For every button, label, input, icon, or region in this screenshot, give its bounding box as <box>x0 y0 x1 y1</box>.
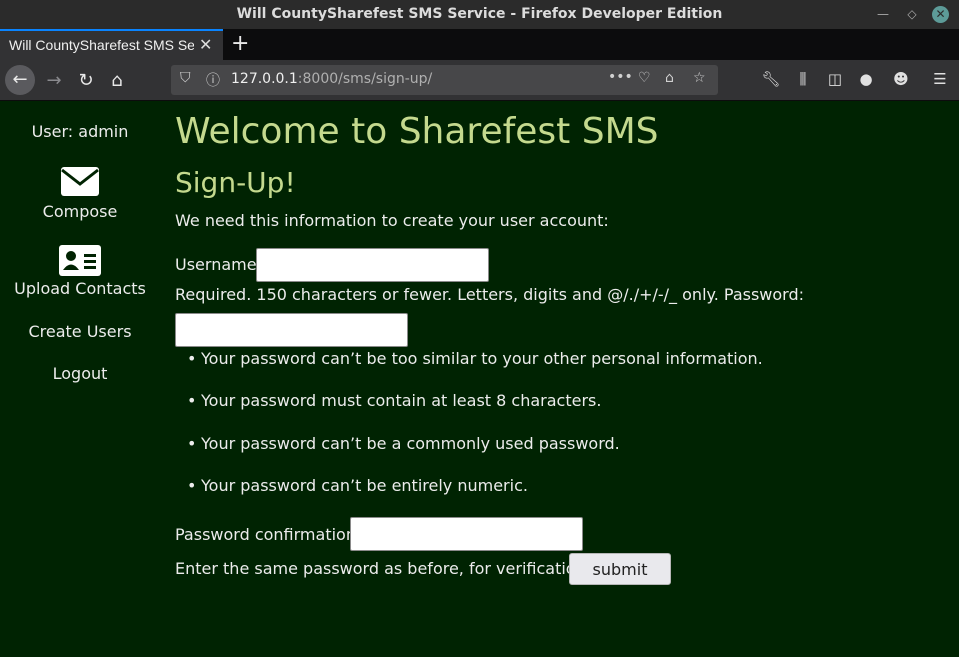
url-path: :8000/sms/sign-up/ <box>297 71 433 87</box>
url-text[interactable]: 127.0.0.1:8000/sms/sign-up/ <box>231 71 432 87</box>
user-label: User: admin <box>31 122 129 141</box>
username-help: Required. 150 characters or fewer. Lette… <box>175 285 719 304</box>
minimize-icon[interactable]: — <box>874 5 892 23</box>
page-actions-icon[interactable]: ••• <box>608 69 633 85</box>
username-label: Username: <box>175 255 262 274</box>
password-input[interactable] <box>175 313 408 347</box>
extension-house-icon[interactable]: ⌂ <box>665 70 674 86</box>
intro-text: We need this information to create your … <box>175 211 609 230</box>
list-item: Your password can’t be too similar to yo… <box>187 349 763 368</box>
page-content: User: admin Compose Upload Contacts Crea… <box>0 101 959 657</box>
page-title: Welcome to Sharefest SMS <box>175 111 659 152</box>
list-item: Your password can’t be a commonly used p… <box>187 434 620 453</box>
password-confirmation-input[interactable] <box>350 517 583 551</box>
username-help-text: Required. 150 characters or fewer. Lette… <box>175 285 804 304</box>
username-input[interactable] <box>256 248 489 282</box>
wrench-icon[interactable]: 🔧︎ <box>760 70 782 88</box>
sidebar-item-create-users[interactable]: Create Users <box>0 322 160 341</box>
close-window-icon[interactable]: ✕ <box>932 6 949 23</box>
menu-icon[interactable]: ☰ <box>929 70 951 88</box>
bookmark-star-icon[interactable]: ☆ <box>693 70 706 86</box>
sidebar-item-compose[interactable]: Compose <box>0 167 160 221</box>
library-icon[interactable]: ⫼ <box>792 70 814 88</box>
sidebar: User: admin Compose Upload Contacts Crea… <box>0 101 160 657</box>
password-label: Password: <box>723 285 805 304</box>
sidebar-item-upload-contacts[interactable]: Upload Contacts <box>0 245 160 298</box>
list-item: Your password must contain at least 8 ch… <box>187 391 601 410</box>
sidebar-item-label: Compose <box>42 202 118 221</box>
account-icon[interactable]: ☻ <box>890 70 912 88</box>
nav-toolbar: ← → ↻ ⌂ ⛉ ⓘ 127.0.0.1:8000/sms/sign-up/ … <box>0 60 959 101</box>
submit-button[interactable]: submit <box>569 553 671 585</box>
sidebar-item-label: Upload Contacts <box>14 279 146 298</box>
confirmation-help-text: Enter the same password as before, for v… <box>175 559 591 578</box>
reload-icon[interactable]: ↻ <box>72 67 100 95</box>
list-item: Your password can’t be entirely numeric. <box>187 476 528 495</box>
maximize-icon[interactable]: ◇ <box>903 5 921 23</box>
sidebar-toggle-icon[interactable]: ◫ <box>824 70 846 88</box>
window-title: Will CountySharefest SMS Service - Firef… <box>236 6 723 22</box>
back-arrow-icon[interactable]: ← <box>5 65 35 95</box>
home-icon[interactable]: ⌂ <box>103 67 131 95</box>
tab-active[interactable]: Will CountySharefest SMS Service ✕ <box>0 29 223 60</box>
shield-icon[interactable]: ⛉ <box>180 70 191 86</box>
address-bar[interactable]: ⛉ ⓘ 127.0.0.1:8000/sms/sign-up/ ••• ♡ ⌂ … <box>171 65 718 95</box>
tab-strip: Will CountySharefest SMS Service ✕ + <box>0 29 959 60</box>
sidebar-item-logout[interactable]: Logout <box>0 364 160 383</box>
window-titlebar: Will CountySharefest SMS Service - Firef… <box>0 0 959 29</box>
tab-close-icon[interactable]: ✕ <box>199 35 212 54</box>
contact-card-icon <box>59 245 101 276</box>
new-tab-icon[interactable]: + <box>231 31 249 56</box>
envelope-icon <box>61 167 99 196</box>
page-subtitle: Sign-Up! <box>175 166 296 199</box>
tab-title: Will CountySharefest SMS Service <box>9 37 194 53</box>
url-host: 127.0.0.1 <box>231 71 298 87</box>
info-icon[interactable]: ⓘ <box>206 70 220 90</box>
password-confirmation-label: Password confirmation: <box>175 525 362 544</box>
forward-arrow-icon[interactable]: → <box>40 67 68 95</box>
extension-icon[interactable]: ● <box>855 70 877 88</box>
pocket-icon[interactable]: ♡ <box>638 70 651 86</box>
